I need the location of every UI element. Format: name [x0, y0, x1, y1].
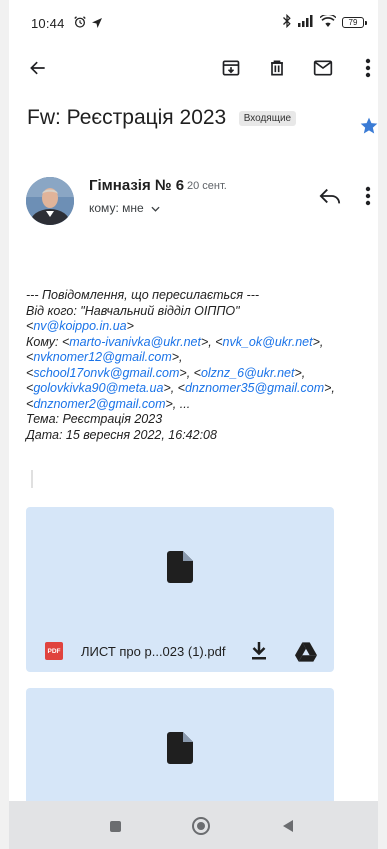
sender-date: 20 сент.: [187, 180, 227, 192]
to-line-3: <school17onvk@gmail.com>, <olznz_6@ukr.n…: [26, 365, 306, 380]
avatar[interactable]: [26, 177, 74, 225]
quote-divider: [31, 470, 33, 488]
file-icon: [167, 551, 193, 583]
status-right-group: 79: [282, 13, 367, 31]
pdf-icon: PDF: [45, 642, 63, 660]
email-link[interactable]: school17onvk@gmail.com: [33, 366, 179, 380]
reply-icon[interactable]: [319, 186, 343, 208]
email-link[interactable]: marto-ivanivka@ukr.net: [69, 335, 201, 349]
email-body: --- Повідомлення, що пересилається --- В…: [26, 288, 376, 443]
to-line-1: Кому: <marto-ivanivka@ukr.net>, <nvk_ok@…: [26, 334, 324, 349]
to-line-2: <nvknomer12@gmail.com>,: [26, 350, 183, 364]
mark-unread-icon[interactable]: [311, 56, 335, 80]
more-vert-icon[interactable]: [356, 56, 378, 80]
message-more-icon[interactable]: [365, 186, 373, 208]
email-view-screen: 10:44 79 Fw: Реєстрація 2023 Входящие Гі…: [9, 0, 378, 849]
chevron-down-icon: [151, 206, 160, 212]
wifi-icon: [319, 13, 337, 30]
email-link[interactable]: nv@koippo.in.ua: [33, 319, 126, 333]
inbox-label-chip[interactable]: Входящие: [238, 110, 297, 126]
email-link[interactable]: nvk_ok@ukr.net: [223, 335, 313, 349]
archive-icon[interactable]: [219, 56, 243, 80]
home-icon[interactable]: [192, 817, 210, 835]
file-icon: [167, 732, 193, 764]
to-line-5: <dnznomer2@gmail.com>, ...: [26, 396, 191, 411]
recents-icon[interactable]: [110, 821, 121, 832]
delete-icon[interactable]: [265, 56, 289, 80]
drive-icon[interactable]: [295, 642, 317, 662]
subject-line: Тема: Реєстрація 2023: [26, 412, 163, 426]
recipient-toggle[interactable]: кому: мне: [89, 201, 160, 215]
sender-name[interactable]: Гімназія № 6: [89, 177, 184, 194]
status-time: 10:44: [31, 16, 65, 31]
star-icon[interactable]: [359, 116, 378, 136]
from-email-line: <nv@koippo.in.ua>: [26, 319, 134, 333]
email-link[interactable]: dnznomer2@gmail.com: [33, 397, 165, 411]
email-link[interactable]: nvknomer12@gmail.com: [33, 350, 171, 364]
subject-row: Fw: Реєстрація 2023 Входящие: [27, 106, 367, 130]
status-bar: 10:44 79: [9, 0, 378, 46]
download-icon[interactable]: [250, 641, 268, 661]
email-toolbar: [9, 48, 378, 88]
battery-icon: 79: [342, 17, 367, 28]
back-triangle-icon[interactable]: [281, 819, 295, 833]
attachment-filename[interactable]: ЛИСТ про р...023 (1).pdf: [81, 644, 225, 659]
from-line: Від кого: "Навчальний відділ ОІППО": [26, 303, 240, 318]
email-link[interactable]: dnznomer35@gmail.com: [185, 381, 324, 395]
email-link[interactable]: golovkivka90@meta.ua: [33, 381, 163, 395]
attachment-card[interactable]: PDF ЛИСТ про р...023 (1).pdf: [26, 507, 334, 672]
email-link[interactable]: olznz_6@ukr.net: [201, 366, 295, 380]
date-line: Дата: 15 вересня 2022, 16:42:08: [26, 427, 217, 442]
to-line-4: <golovkivka90@meta.ua>, <dnznomer35@gmai…: [26, 381, 335, 395]
bluetooth-icon: [282, 13, 292, 31]
back-arrow-icon[interactable]: [26, 56, 50, 80]
alarm-icon: [73, 15, 87, 32]
signal-icon: [298, 15, 314, 30]
system-nav-bar: [9, 801, 378, 849]
attachment-bar: PDF ЛИСТ про р...023 (1).pdf: [26, 632, 334, 672]
recipient-text: кому: мне: [89, 201, 144, 215]
forward-header-line: --- Повідомлення, що пересилається ---: [26, 288, 260, 302]
attachment-card[interactable]: [26, 688, 334, 818]
email-subject: Fw: Реєстрація 2023: [27, 106, 227, 129]
